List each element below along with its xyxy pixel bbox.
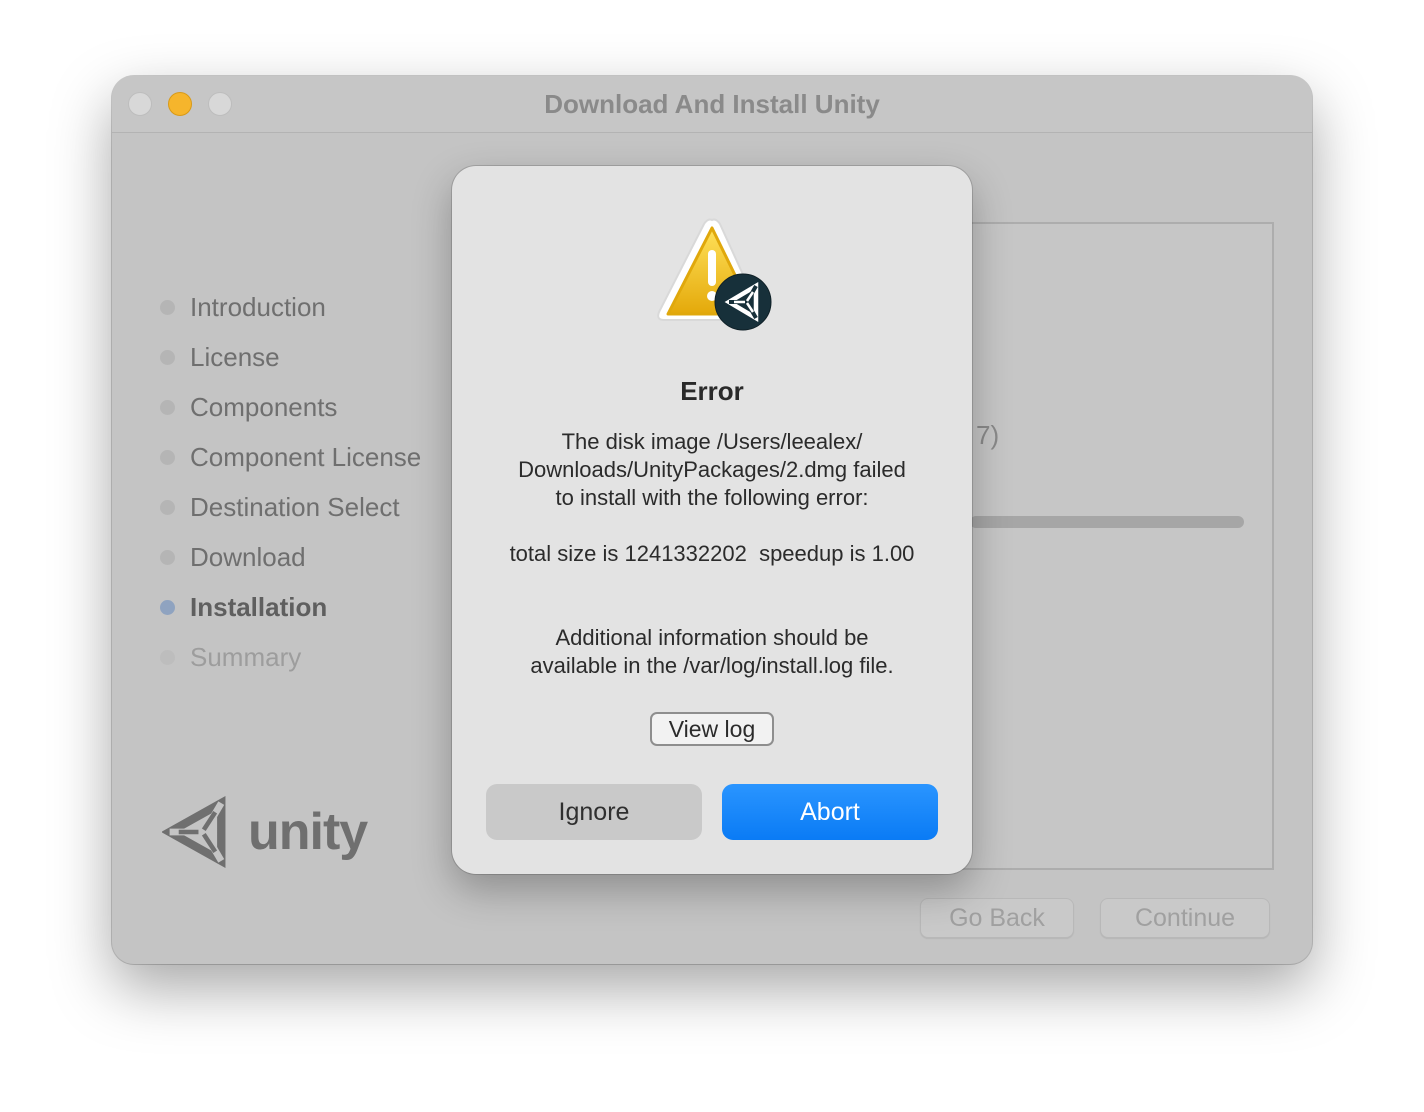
step-dot bbox=[160, 649, 175, 665]
window-title: Download And Install Unity bbox=[544, 89, 880, 119]
go-back-button[interactable]: Go Back bbox=[920, 898, 1074, 938]
step-label: Destination Select bbox=[190, 491, 400, 522]
step-dot bbox=[160, 449, 175, 465]
unity-logo: unity bbox=[162, 794, 368, 870]
installer-steps: Introduction License Components Componen… bbox=[160, 282, 421, 682]
step-label: Summary bbox=[190, 641, 302, 672]
step-dot bbox=[160, 549, 175, 565]
step-download: Download bbox=[160, 532, 421, 582]
unity-badge-icon bbox=[714, 273, 772, 331]
step-summary: Summary bbox=[160, 632, 421, 682]
alert-message-line: to install with the following error: bbox=[555, 485, 869, 510]
step-label: Installation bbox=[190, 591, 328, 622]
alert-info-line: available in the /var/log/install.log fi… bbox=[530, 653, 894, 678]
alert-title: Error bbox=[680, 376, 744, 406]
step-dot bbox=[160, 299, 175, 315]
step-components: Components bbox=[160, 382, 421, 432]
step-label: Introduction bbox=[190, 291, 326, 322]
alert-size-line: total size is 1241332202 speedup is 1.00 bbox=[509, 541, 915, 566]
step-component-license: Component License bbox=[160, 432, 421, 482]
alert-message: The disk image /Users/leealex/ Downloads… bbox=[482, 428, 942, 680]
warning-triangle-icon bbox=[657, 218, 772, 331]
step-installation: Installation bbox=[160, 582, 421, 632]
alert-message-line: The disk image /Users/leealex/ bbox=[561, 429, 863, 454]
step-dot bbox=[160, 499, 175, 515]
title-bar: Download And Install Unity bbox=[112, 76, 1312, 133]
step-destination-select: Destination Select bbox=[160, 482, 421, 532]
step-dot bbox=[160, 349, 175, 365]
view-log-button[interactable]: View log bbox=[650, 712, 774, 746]
logo-wordmark: unity bbox=[248, 803, 368, 861]
error-alert-dialog: Error The disk image /Users/leealex/ Dow… bbox=[452, 166, 972, 874]
step-label: Components bbox=[190, 391, 338, 422]
step-dot bbox=[160, 399, 175, 415]
alert-message-line: Downloads/UnityPackages/2.dmg failed bbox=[518, 457, 906, 482]
unity-logo-icon bbox=[162, 795, 226, 869]
content-panel bbox=[952, 222, 1274, 870]
continue-button[interactable]: Continue bbox=[1100, 898, 1270, 938]
content-text-fragment: 7) bbox=[976, 420, 1000, 450]
alert-info-line: Additional information should be bbox=[555, 625, 869, 650]
abort-button[interactable]: Abort bbox=[722, 784, 938, 840]
ignore-button[interactable]: Ignore bbox=[486, 784, 702, 840]
step-label: Download bbox=[190, 541, 306, 572]
step-label: License bbox=[190, 341, 280, 372]
step-dot bbox=[160, 599, 175, 615]
installation-progress-bar bbox=[970, 516, 1244, 528]
step-license: License bbox=[160, 332, 421, 382]
step-introduction: Introduction bbox=[160, 282, 421, 332]
step-label: Component License bbox=[190, 441, 422, 472]
